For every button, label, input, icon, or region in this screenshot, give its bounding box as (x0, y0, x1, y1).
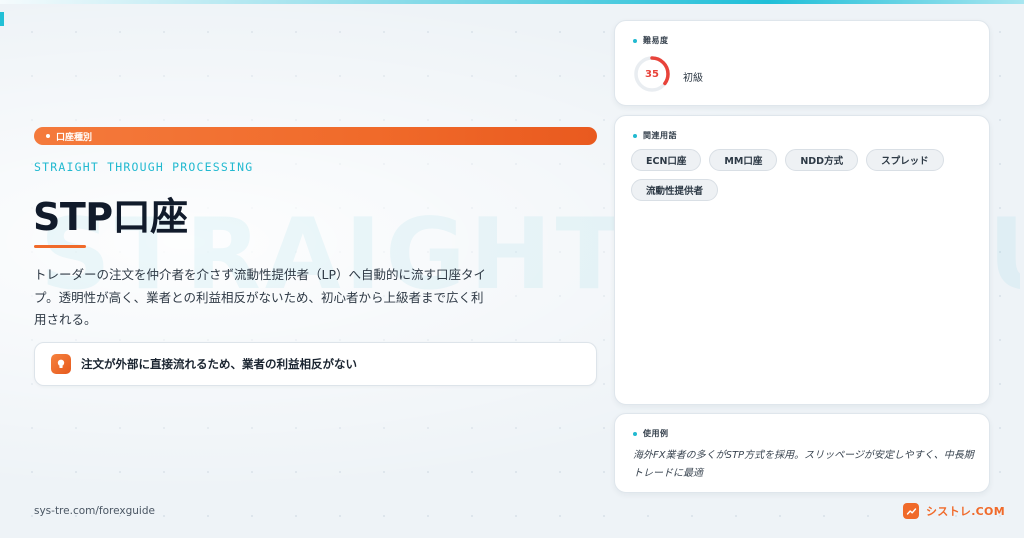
lightbulb-icon (51, 354, 71, 374)
term-chip[interactable]: 流動性提供者 (631, 179, 719, 201)
difficulty-label-text: 難易度 (643, 36, 669, 45)
left-accent-mark (0, 12, 4, 26)
label-dot-icon (633, 133, 637, 138)
term-chip[interactable]: MM口座 (709, 149, 778, 171)
page-title: STP口座 (33, 195, 188, 239)
difficulty-level: 初級 (683, 73, 703, 84)
term-chip[interactable]: スプレッド (866, 149, 944, 171)
related-terms-list: ECN口座 MM口座 NDD方式 スプレッド 流動性提供者 (631, 149, 976, 201)
footer-url: sys-tre.com/forexguide (34, 505, 155, 517)
key-point-box: 注文が外部に直接流れるため、業者の利益相反がない (34, 342, 597, 386)
english-subtitle: STRAIGHT THROUGH PROCESSING (34, 160, 254, 174)
description: トレーダーの注文を仲介者を介さず流動性提供者（LP）へ自動的に流す口座タイプ。透… (34, 267, 487, 327)
tag-dot-icon (46, 134, 50, 138)
category-tag: 口座種別 (34, 127, 597, 145)
usage-example-text: 海外FX業者の多くがSTP方式を採用。スリッページが安定しやすく、中長期トレード… (633, 450, 974, 479)
category-tag-label: 口座種別 (56, 132, 93, 143)
related-terms-card: 関連用語 ECN口座 MM口座 NDD方式 スプレッド 流動性提供者 (614, 115, 990, 405)
related-terms-label: 関連用語 (633, 130, 677, 141)
difficulty-score: 35 (645, 68, 659, 80)
chart-trend-icon (903, 503, 919, 519)
difficulty-label: 難易度 (633, 35, 669, 46)
brand-logo: シストレ.COM (903, 503, 1005, 519)
label-dot-icon (633, 431, 637, 436)
title-underline (34, 245, 86, 248)
term-chip[interactable]: ECN口座 (631, 149, 702, 171)
usage-example-card: 使用例 海外FX業者の多くがSTP方式を採用。スリッページが安定しやすく、中長期… (614, 413, 990, 493)
term-chip[interactable]: NDD方式 (785, 149, 859, 171)
usage-example-label-text: 使用例 (643, 429, 669, 438)
usage-example-label: 使用例 (633, 428, 669, 439)
related-terms-label-text: 関連用語 (643, 131, 677, 140)
difficulty-card: 難易度 35 初級 (614, 20, 990, 106)
key-point-text: 注文が外部に直接流れるため、業者の利益相反がない (81, 357, 357, 371)
label-dot-icon (633, 38, 637, 43)
top-accent-bar (0, 0, 1024, 4)
brand-name: シストレ.COM (926, 505, 1005, 518)
